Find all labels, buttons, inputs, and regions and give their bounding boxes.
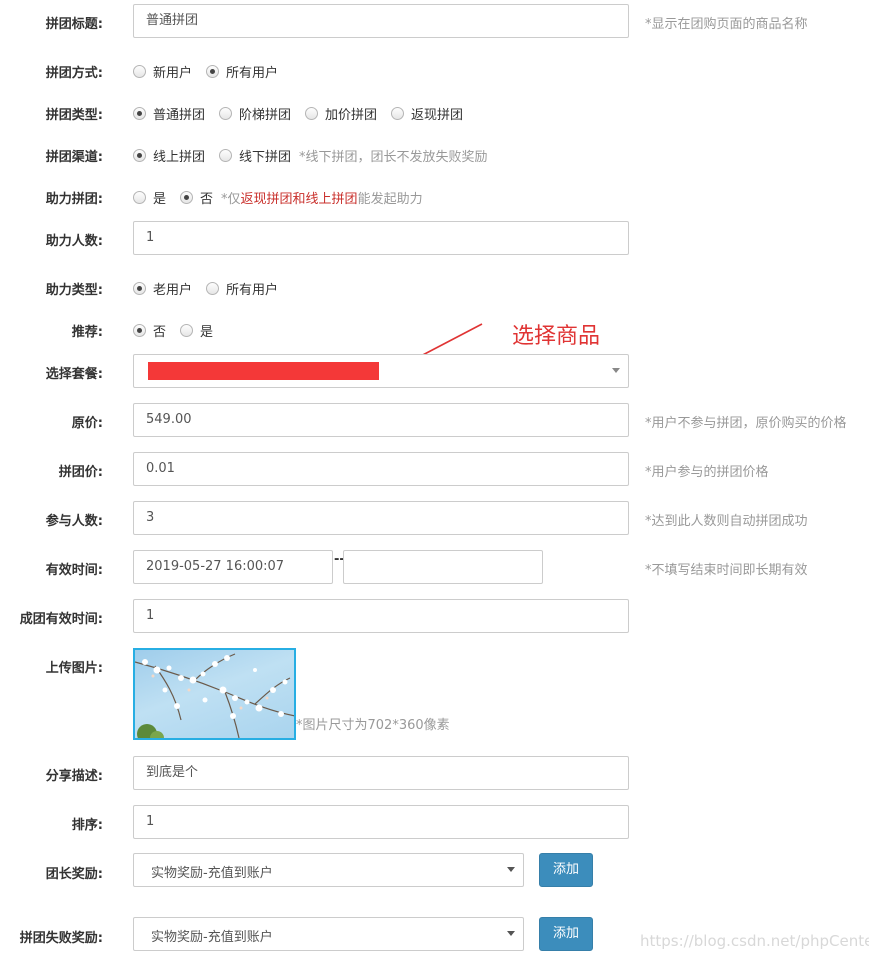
type-option-normal[interactable]: 普通拼团	[133, 104, 205, 123]
assist-radio-group: 是 否 *仅返现拼团和线上拼团能发起助力	[133, 188, 423, 207]
channel-option-online[interactable]: 线上拼团	[133, 146, 205, 165]
fail-reward-label: 拼团失败奖励:	[19, 931, 103, 946]
upload-label: 上传图片:	[45, 661, 103, 676]
radio-icon[interactable]	[219, 149, 233, 162]
group-valid-time-label: 成团有效时间:	[19, 612, 103, 627]
sort-input[interactable]: 1	[133, 805, 629, 839]
valid-time-hint: *不填写结束时间即长期有效	[645, 563, 808, 578]
recommend-radio-group: 否 是	[133, 321, 227, 340]
original-price-input[interactable]: 549.00	[133, 403, 629, 437]
radio-icon[interactable]	[305, 107, 319, 120]
uploaded-image[interactable]	[133, 648, 296, 740]
chevron-down-icon	[612, 368, 620, 373]
title-input[interactable]: 普通拼团	[133, 4, 629, 38]
participants-hint: *达到此人数则自动拼团成功	[645, 514, 808, 529]
recommend-option-no[interactable]: 否	[133, 321, 166, 340]
share-desc-input[interactable]: 到底是个	[133, 756, 629, 790]
assist-option-yes[interactable]: 是	[133, 188, 166, 207]
blossom-image-icon	[135, 653, 294, 738]
assist-count-label: 助力人数:	[45, 234, 103, 249]
chevron-down-icon	[507, 867, 515, 872]
leader-reward-select[interactable]: 实物奖励-充值到账户	[133, 853, 524, 887]
recommend-option-yes[interactable]: 是	[180, 321, 213, 340]
channel-radio-group: 线上拼团 线下拼团 *线下拼团，团长不发放失败奖励	[133, 146, 488, 165]
assist-type-label: 助力类型:	[45, 283, 103, 298]
type-option-ladder[interactable]: 阶梯拼团	[219, 104, 291, 123]
original-price-hint: *用户不参与拼团，原价购买的价格	[645, 416, 847, 431]
assist-type-option-old[interactable]: 老用户	[133, 279, 192, 298]
radio-checked-icon[interactable]	[133, 149, 146, 162]
share-desc-label: 分享描述:	[45, 769, 103, 784]
valid-time-start-input[interactable]: 2019-05-27 16:00:07	[133, 550, 333, 584]
assist-option-no[interactable]: 否	[180, 188, 213, 207]
valid-time-end-input[interactable]	[343, 550, 543, 584]
radio-icon[interactable]	[206, 282, 220, 295]
valid-time-label: 有效时间:	[45, 563, 103, 578]
chevron-down-icon	[507, 931, 515, 936]
package-label: 选择套餐:	[45, 367, 103, 382]
original-price-label: 原价:	[71, 416, 103, 431]
assist-type-option-all[interactable]: 所有用户	[206, 279, 278, 298]
title-label: 拼团标题:	[45, 17, 103, 32]
type-radio-group: 普通拼团 阶梯拼团 加价拼团 返现拼团	[133, 104, 477, 123]
package-select[interactable]	[133, 354, 629, 388]
annotation-text: 选择商品	[512, 324, 601, 349]
watermark: https://blog.csdn.net/phpCenter	[640, 932, 869, 950]
redacted-value	[148, 362, 379, 380]
sort-label: 排序:	[71, 818, 103, 833]
leader-reward-add-button[interactable]: 添加	[539, 853, 593, 887]
recommend-label: 推荐:	[71, 325, 103, 340]
group-valid-time-input[interactable]: 1	[133, 599, 629, 633]
participants-label: 参与人数:	[45, 514, 103, 529]
assist-count-input[interactable]: 1	[133, 221, 629, 255]
upload-hint: *图片尺寸为702*360像素	[296, 718, 450, 733]
radio-icon[interactable]	[391, 107, 405, 120]
channel-option-offline[interactable]: 线下拼团	[219, 146, 291, 165]
fail-reward-value: 实物奖励-充值到账户	[151, 930, 273, 945]
fail-reward-select[interactable]: 实物奖励-充值到账户	[133, 917, 524, 951]
leader-reward-value: 实物奖励-充值到账户	[151, 866, 273, 881]
title-hint: *显示在团购页面的商品名称	[645, 17, 808, 32]
group-price-hint: *用户参与的拼团价格	[645, 465, 769, 480]
radio-checked-icon[interactable]	[180, 191, 194, 204]
channel-label: 拼团渠道:	[45, 150, 103, 165]
type-label: 拼团类型:	[45, 108, 103, 123]
mode-option-all[interactable]: 所有用户	[206, 62, 278, 81]
assist-label: 助力拼团:	[45, 192, 103, 207]
group-price-input[interactable]: 0.01	[133, 452, 629, 486]
channel-hint: *线下拼团，团长不发放失败奖励	[299, 150, 488, 165]
radio-checked-icon[interactable]	[133, 282, 146, 295]
radio-checked-icon[interactable]	[206, 65, 220, 78]
mode-radio-group: 新用户 所有用户	[133, 62, 292, 81]
radio-icon[interactable]	[133, 65, 146, 78]
fail-reward-add-button[interactable]: 添加	[539, 917, 593, 951]
radio-icon[interactable]	[219, 107, 233, 120]
participants-input[interactable]: 3	[133, 501, 629, 535]
type-option-cashback[interactable]: 返现拼团	[391, 104, 463, 123]
assist-type-radio-group: 老用户 所有用户	[133, 279, 292, 298]
assist-hint: *仅返现拼团和线上拼团能发起助力	[221, 192, 423, 207]
radio-checked-icon[interactable]	[133, 324, 146, 337]
radio-icon[interactable]	[133, 191, 146, 204]
leader-reward-label: 团长奖励:	[45, 867, 103, 882]
mode-option-new[interactable]: 新用户	[133, 62, 192, 81]
group-price-label: 拼团价:	[58, 465, 103, 480]
mode-label: 拼团方式:	[45, 66, 103, 81]
type-option-markup[interactable]: 加价拼团	[305, 104, 377, 123]
radio-checked-icon[interactable]	[133, 107, 146, 120]
radio-icon[interactable]	[180, 324, 194, 337]
